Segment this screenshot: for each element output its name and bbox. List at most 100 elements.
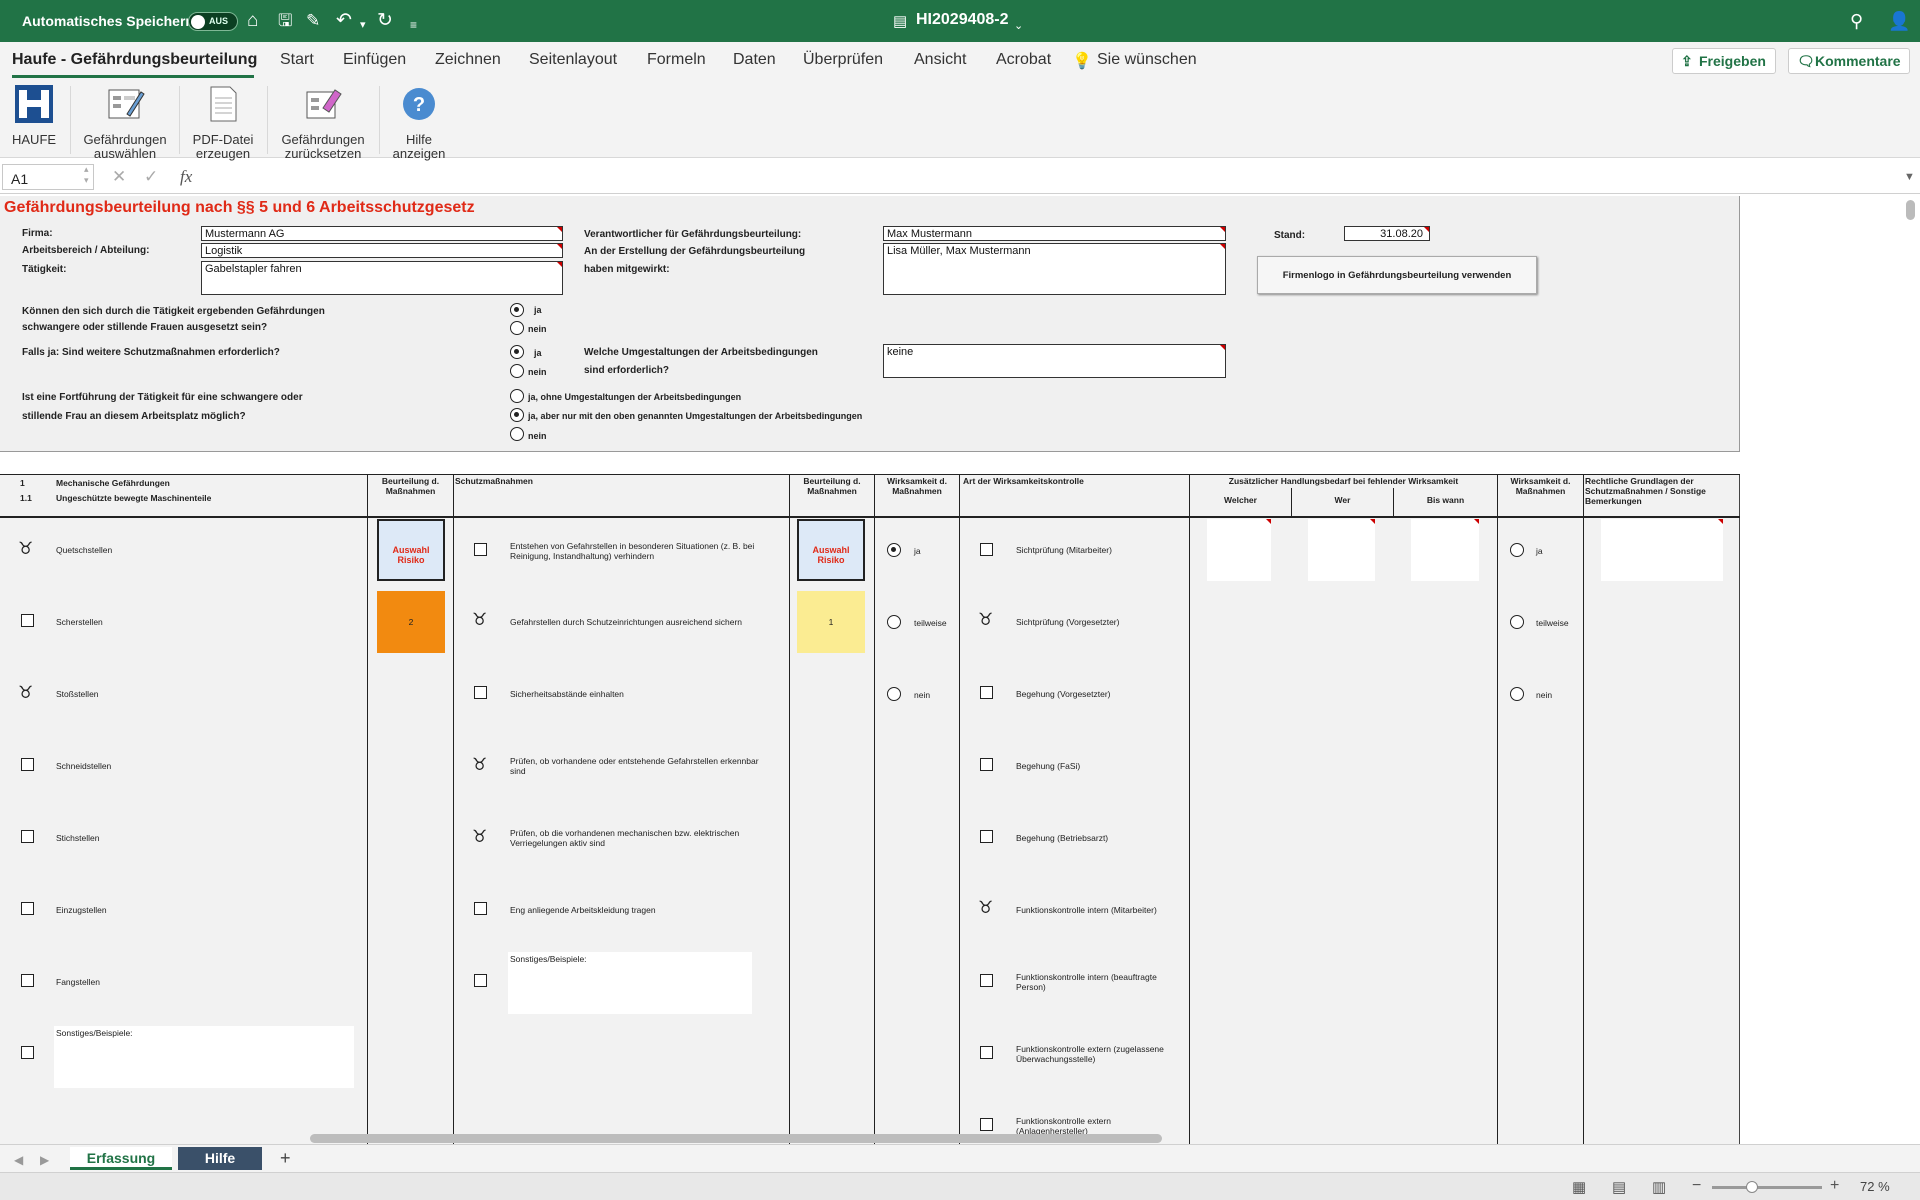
sheet-tab-erfassung[interactable]: Erfassung <box>70 1147 172 1170</box>
q4-radio-ja-aber[interactable] <box>510 408 524 422</box>
q1-radio-ja[interactable] <box>510 303 524 317</box>
home-icon[interactable]: ⌂ <box>247 10 258 32</box>
use-logo-button[interactable]: Firmenlogo in Gefährdungsbeurteilung ver… <box>1257 256 1537 294</box>
page-break-view-icon[interactable]: ▥ <box>1652 1177 1666 1199</box>
hazard-checkbox-checked[interactable]: ♉︎ <box>18 684 33 701</box>
q4-radio-ja-ohne[interactable] <box>510 389 524 403</box>
q2-radio-ja[interactable] <box>510 345 524 359</box>
hazard-checkbox[interactable] <box>21 830 34 843</box>
q2-radio-nein[interactable] <box>510 364 524 378</box>
hazard-checkbox[interactable] <box>21 902 34 915</box>
hazard-checkbox[interactable] <box>21 1046 34 1059</box>
measure-checkbox[interactable] <box>474 543 487 556</box>
control-checkbox[interactable] <box>980 543 993 556</box>
hazard-checkbox[interactable] <box>21 614 34 627</box>
tab-start[interactable]: Start <box>280 51 314 69</box>
zoom-in-icon[interactable]: + <box>1830 1175 1839 1197</box>
effect-radio-nein[interactable] <box>887 687 901 701</box>
select-hazards-button[interactable]: Gefährdungen auswählen <box>80 84 170 161</box>
measure-checkbox[interactable] <box>474 974 487 987</box>
verantwortlich-field[interactable]: Max Mustermann <box>883 226 1226 241</box>
share-button[interactable]: ⇪ Freigeben <box>1672 48 1776 74</box>
control-checkbox[interactable] <box>980 1118 993 1131</box>
control-checkbox-checked[interactable]: ♉︎ <box>978 899 993 916</box>
undo-icon[interactable]: ↶ <box>336 10 352 32</box>
reset-hazards-button[interactable]: Gefährdungen zurücksetzen <box>276 84 370 161</box>
help-button[interactable]: ? Hilfe anzeigen <box>388 84 450 161</box>
zoom-level[interactable]: 72 % <box>1860 1179 1890 1194</box>
firma-field[interactable]: Mustermann AG <box>201 226 563 241</box>
vertical-scrollbar[interactable] <box>1906 200 1915 220</box>
tab-daten[interactable]: Daten <box>733 51 776 69</box>
account-icon[interactable]: 👤 <box>1888 10 1910 32</box>
control-checkbox[interactable] <box>980 1046 993 1059</box>
title-chevron-icon[interactable]: ⌄ <box>1014 15 1023 37</box>
hazard-checkbox-checked[interactable]: ♉︎ <box>18 540 33 557</box>
worksheet[interactable]: Gefährdungsbeurteilung nach §§ 5 und 6 A… <box>0 196 1920 1144</box>
bis-wann-field[interactable] <box>1411 519 1479 581</box>
autosave-toggle[interactable]: AUS <box>188 12 238 31</box>
confirm-icon[interactable]: ✓ <box>144 167 158 187</box>
wer-field[interactable] <box>1308 519 1375 581</box>
tab-acrobat[interactable]: Acrobat <box>996 51 1051 69</box>
control-checkbox[interactable] <box>980 974 993 987</box>
control-checkbox-checked[interactable]: ♉︎ <box>978 611 993 628</box>
measure-other-field[interactable]: Sonstiges/Beispiele: <box>508 952 752 1014</box>
measure-checkbox-checked[interactable]: ♉︎ <box>472 828 487 845</box>
stand-field[interactable]: 31.08.20 <box>1344 226 1430 241</box>
function-icon[interactable]: fx <box>180 167 192 187</box>
effect-radio-ja[interactable] <box>887 543 901 557</box>
welcher-field[interactable] <box>1207 519 1271 581</box>
next-sheet-icon[interactable]: ▶ <box>40 1149 49 1171</box>
tab-ansicht[interactable]: Ansicht <box>914 51 966 69</box>
tab-ueberpruefen[interactable]: Überprüfen <box>803 51 883 69</box>
effect2-radio-nein[interactable] <box>1510 687 1524 701</box>
q1-radio-nein[interactable] <box>510 321 524 335</box>
control-checkbox[interactable] <box>980 830 993 843</box>
bereich-field[interactable]: Logistik <box>201 243 563 258</box>
formula-input[interactable] <box>208 165 1888 190</box>
comments-button[interactable]: 🗨 Kommentare <box>1788 48 1910 74</box>
lightbulb-icon[interactable]: 💡 <box>1072 51 1092 71</box>
q3-field[interactable]: keine <box>883 344 1226 378</box>
expand-formula-icon[interactable]: ▼ <box>1904 171 1915 183</box>
risk-select-after[interactable]: Auswahl Risiko <box>797 519 865 581</box>
hazard-other-field[interactable]: Sonstiges/Beispiele: <box>54 1026 354 1088</box>
tab-seitenlayout[interactable]: Seitenlayout <box>529 51 617 69</box>
sheet-tab-hilfe[interactable]: Hilfe <box>178 1147 262 1170</box>
legal-notes-field[interactable] <box>1601 519 1723 581</box>
measure-checkbox-checked[interactable]: ♉︎ <box>472 611 487 628</box>
horizontal-scrollbar[interactable] <box>310 1134 1162 1143</box>
page-layout-view-icon[interactable]: ▤ <box>1612 1177 1626 1199</box>
namebox-stepper-icon[interactable]: ▴ ▾ <box>84 164 89 186</box>
mitgewirkt-field[interactable]: Lisa Müller, Max Mustermann <box>883 243 1226 295</box>
zoom-out-icon[interactable]: − <box>1692 1175 1701 1197</box>
taetigkeit-field[interactable]: Gabelstapler fahren <box>201 261 563 295</box>
undo-dropdown-icon[interactable]: ▾ <box>360 14 366 36</box>
zoom-slider-handle[interactable] <box>1746 1181 1758 1193</box>
tab-haufe[interactable]: Haufe - Gefährdungsbeurteilung <box>12 51 257 69</box>
measure-checkbox[interactable] <box>474 686 487 699</box>
hazard-checkbox[interactable] <box>21 974 34 987</box>
customize-icon[interactable]: ≡ <box>410 14 417 36</box>
measure-checkbox[interactable] <box>474 902 487 915</box>
haufe-button[interactable]: HAUFE <box>12 84 56 147</box>
hazard-checkbox[interactable] <box>21 758 34 771</box>
tab-einfuegen[interactable]: Einfügen <box>343 51 406 69</box>
normal-view-icon[interactable]: ▦ <box>1572 1177 1586 1199</box>
q4-radio-nein[interactable] <box>510 427 524 441</box>
effect2-radio-ja[interactable] <box>1510 543 1524 557</box>
zoom-slider[interactable] <box>1712 1186 1822 1189</box>
edit-icon[interactable]: ✎ <box>306 10 320 32</box>
name-box[interactable]: A1 <box>2 164 94 190</box>
tab-zeichnen[interactable]: Zeichnen <box>435 51 501 69</box>
redo-icon[interactable]: ↻ <box>377 10 393 32</box>
save-icon[interactable]: 🖫 <box>278 10 292 32</box>
tell-me[interactable]: Sie wünschen <box>1097 51 1197 69</box>
effect2-radio-teilweise[interactable] <box>1510 615 1524 629</box>
tab-formeln[interactable]: Formeln <box>647 51 706 69</box>
create-pdf-button[interactable]: PDF-Datei erzeugen <box>188 84 258 161</box>
measure-checkbox-checked[interactable]: ♉︎ <box>472 756 487 773</box>
search-icon[interactable]: ⚲ <box>1850 10 1863 32</box>
control-checkbox[interactable] <box>980 758 993 771</box>
